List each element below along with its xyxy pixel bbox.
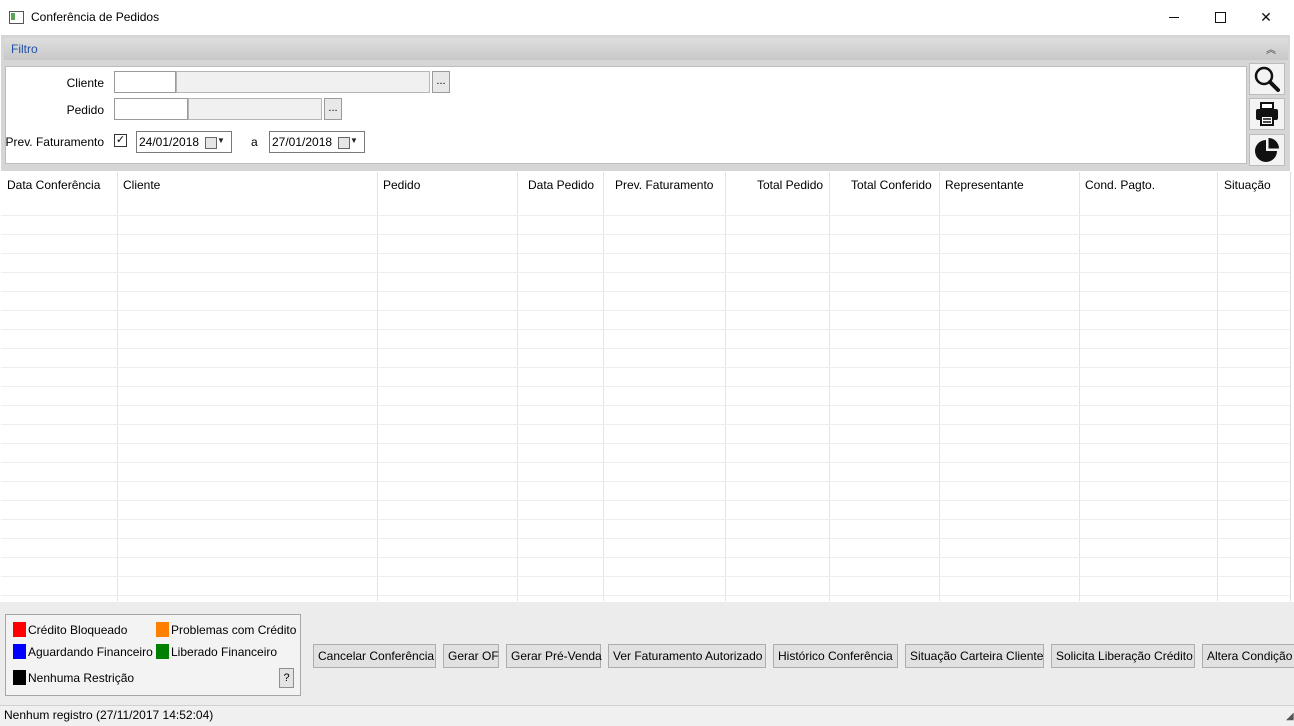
solicita-liberacao-credito-button[interactable]: Solicita Liberação Crédito: [1051, 644, 1195, 668]
grid-row-line: [1, 557, 1290, 558]
grid-row-line: [1, 329, 1290, 330]
column-header-cond-pagto[interactable]: Cond. Pagto.: [1085, 178, 1155, 192]
maximize-button[interactable]: [1197, 0, 1243, 34]
legend-label: Liberado Financeiro: [171, 645, 278, 659]
calendar-icon: [338, 137, 350, 149]
column-header-situacao[interactable]: Situação: [1224, 178, 1271, 192]
maximize-icon: [1214, 11, 1226, 23]
altera-condicao-button[interactable]: Altera Condição: [1202, 644, 1294, 668]
situacao-carteira-cliente-button[interactable]: Situação Carteira Cliente: [905, 644, 1044, 668]
gerar-pre-venda-button[interactable]: Gerar Pré-Venda: [506, 644, 602, 668]
legend-label: Problemas com Crédito: [171, 623, 297, 637]
grid-row-line: [1, 424, 1290, 425]
close-button[interactable]: ✕: [1243, 0, 1289, 34]
column-header-data-pedido[interactable]: Data Pedido: [528, 178, 594, 192]
legend-swatch-aguardando-financeiro: [13, 644, 26, 659]
grid-row-line: [1, 595, 1290, 596]
gerar-of-button[interactable]: Gerar OF: [443, 644, 499, 668]
grid-row-line: [1, 272, 1290, 273]
minimize-button[interactable]: [1151, 0, 1197, 34]
historico-conferencia-button[interactable]: Histórico Conferência: [773, 644, 898, 668]
grid-row-line: [1, 462, 1290, 463]
chevron-down-icon[interactable]: ▼: [350, 136, 358, 145]
help-button[interactable]: ?: [279, 668, 294, 688]
legend-swatch-nenhuma-restricao: [13, 670, 26, 685]
column-header-representante[interactable]: Representante: [945, 178, 1024, 192]
grid-row-line: [1, 253, 1290, 254]
legend-label: Crédito Bloqueado: [28, 623, 128, 637]
grid-row-line: [1, 500, 1290, 501]
pedido-desc-field: [188, 98, 322, 120]
collapse-icon[interactable]: ︽: [1266, 41, 1276, 56]
grid-row-line: [1, 234, 1290, 235]
resize-grip-icon[interactable]: ◢: [1286, 711, 1294, 722]
column-header-pedido[interactable]: Pedido: [383, 178, 420, 192]
close-icon: ✕: [1260, 8, 1272, 25]
chevron-down-icon[interactable]: ▼: [217, 136, 225, 145]
grid-row-line: [1, 367, 1290, 368]
prev-faturamento-label: Prev. Faturamento: [5, 135, 104, 149]
chart-button[interactable]: [1249, 134, 1285, 166]
date-from-value: 24/01/2018: [139, 135, 200, 149]
cliente-name-field: [176, 71, 430, 93]
status-text: Nenhum registro (27/11/2017 14:52:04): [4, 708, 214, 722]
column-header-prev-faturamento[interactable]: Prev. Faturamento: [615, 178, 713, 192]
grid-row-line: [1, 405, 1290, 406]
prev-faturamento-checkbox[interactable]: ✓: [114, 134, 127, 147]
filter-header[interactable]: [4, 38, 1288, 60]
date-range-separator: a: [251, 135, 258, 149]
legend-swatch-credito-bloqueado: [13, 622, 26, 637]
app-icon: [9, 11, 24, 24]
grid-row-line: [1, 215, 1290, 216]
cliente-code-input[interactable]: [114, 71, 176, 93]
printer-icon: [1256, 102, 1278, 126]
column-header-cliente[interactable]: Cliente: [123, 178, 160, 192]
column-header-data-conferencia[interactable]: Data Conferência: [7, 178, 100, 192]
grid-row-line: [1, 348, 1290, 349]
pie-chart-icon: [1255, 138, 1279, 162]
grid-row-line: [1, 576, 1290, 577]
column-header-total-conferido[interactable]: Total Conferido: [851, 178, 932, 192]
title-bar: [0, 0, 1294, 34]
calendar-icon: [205, 137, 217, 149]
pedido-lookup-button[interactable]: ...: [324, 98, 342, 120]
grid-row-line: [1, 443, 1290, 444]
legend-label: Aguardando Financeiro: [28, 645, 153, 659]
grid-row-line: [1, 519, 1290, 520]
grid-row-line: [1, 481, 1290, 482]
minimize-icon: [1169, 16, 1179, 18]
filter-title: Filtro: [11, 42, 38, 56]
ver-faturamento-autorizado-button[interactable]: Ver Faturamento Autorizado: [608, 644, 766, 668]
search-button[interactable]: [1249, 63, 1285, 95]
cancelar-conferencia-button[interactable]: Cancelar Conferência: [313, 644, 436, 668]
grid-row-line: [1, 310, 1290, 311]
legend-swatch-liberado-financeiro: [156, 644, 169, 659]
grid-row-line: [1, 291, 1290, 292]
pedido-code-input[interactable]: [114, 98, 188, 120]
legend-label: Nenhuma Restrição: [28, 671, 135, 685]
date-to-value: 27/01/2018: [272, 135, 333, 149]
pedido-label: Pedido: [66, 103, 104, 117]
window-title: Conferência de Pedidos: [31, 10, 160, 24]
legend-swatch-problemas-credito: [156, 622, 169, 637]
cliente-lookup-button[interactable]: ...: [432, 71, 450, 93]
grid-row-line: [1, 538, 1290, 539]
column-header-total-pedido[interactable]: Total Pedido: [757, 178, 823, 192]
grid-row-line: [1, 386, 1290, 387]
cliente-label: Cliente: [66, 76, 104, 90]
search-icon: [1254, 66, 1280, 92]
print-button[interactable]: [1249, 98, 1285, 130]
